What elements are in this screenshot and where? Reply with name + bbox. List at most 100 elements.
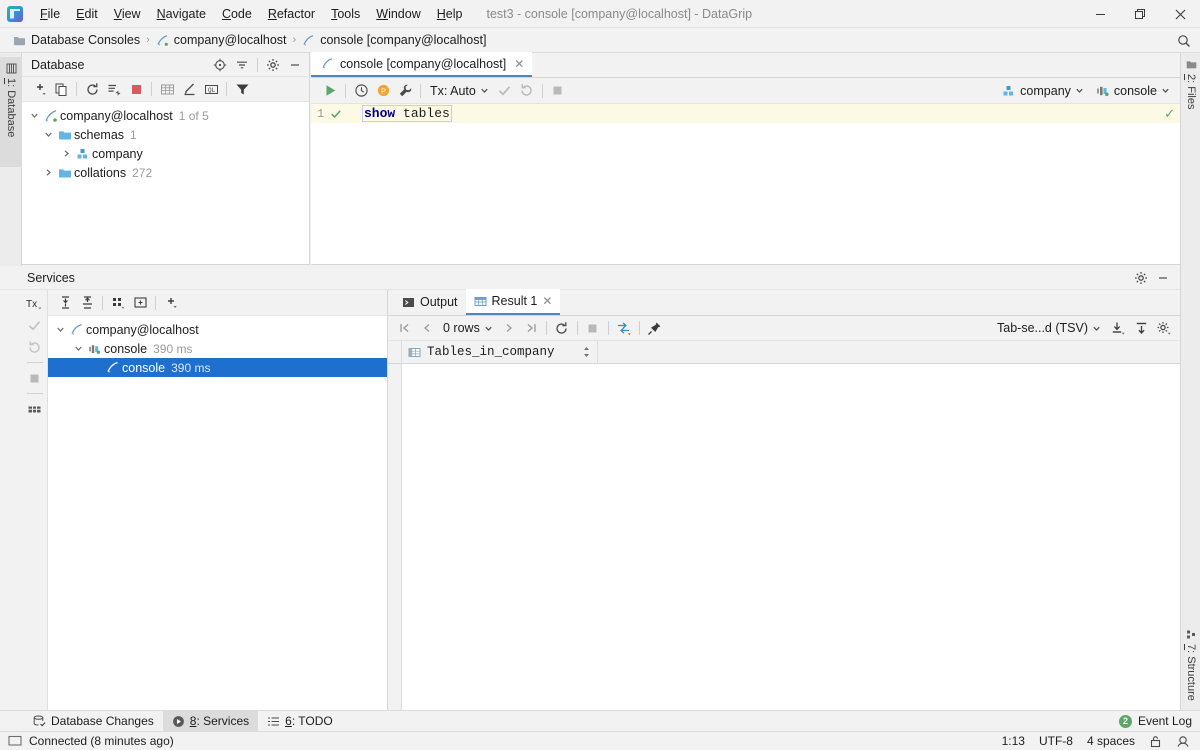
status-connection-area[interactable]: Connected (8 minutes ago): [0, 734, 174, 748]
gear-icon[interactable]: [1130, 268, 1152, 288]
history-icon[interactable]: [350, 81, 372, 101]
grid-column-header[interactable]: Tables_in_company: [402, 341, 598, 363]
close-icon[interactable]: ✕: [512, 57, 526, 71]
services-row-session[interactable]: console 390 ms: [48, 339, 387, 358]
transaction-icon[interactable]: Tx: [24, 293, 46, 313]
menu-edit[interactable]: Edit: [68, 3, 106, 25]
sql-editor[interactable]: 1 show tables ✓: [311, 104, 1180, 263]
menu-help[interactable]: Help: [429, 3, 471, 25]
console-query-icon[interactable]: QL: [200, 79, 222, 99]
sidebar-item-files[interactable]: 2: Files: [1181, 53, 1200, 115]
menu-navigate[interactable]: Navigate: [149, 3, 214, 25]
menu-file[interactable]: File: [32, 3, 68, 25]
chevron-down-icon[interactable]: [40, 130, 56, 139]
inspection-status-icon[interactable]: ✓: [1164, 106, 1175, 122]
collapse-all-icon[interactable]: [76, 293, 98, 313]
first-page-button[interactable]: [394, 318, 416, 338]
locate-icon[interactable]: [209, 55, 231, 75]
tx-mode-selector[interactable]: Tx: Auto: [425, 82, 494, 100]
breadcrumb-console[interactable]: console [company@localhost]: [297, 31, 491, 49]
transpose-icon[interactable]: [613, 318, 635, 338]
output-format-selector[interactable]: Tab-se...d (TSV): [992, 319, 1106, 337]
search-everywhere-icon[interactable]: [1174, 31, 1194, 51]
menu-refactor[interactable]: Refactor: [260, 3, 323, 25]
services-row-datasource[interactable]: company@localhost: [48, 320, 387, 339]
tree-row-schemas[interactable]: schemas 1: [22, 125, 309, 144]
tree-row-collations[interactable]: collations 272: [22, 163, 309, 182]
encoding-selector[interactable]: UTF-8: [1039, 734, 1073, 748]
group-icon[interactable]: [107, 293, 129, 313]
caret-position[interactable]: 1:13: [1002, 734, 1025, 748]
menu-code[interactable]: Code: [214, 3, 260, 25]
hide-panel-icon[interactable]: [284, 55, 306, 75]
schema-selector[interactable]: company: [997, 82, 1089, 100]
chevron-down-icon[interactable]: [26, 111, 42, 120]
sync-script-icon[interactable]: [103, 79, 125, 99]
add-icon[interactable]: [28, 79, 50, 99]
breadcrumb-database-consoles[interactable]: Database Consoles: [8, 31, 145, 49]
tab-console[interactable]: console [company@localhost] ✕: [311, 52, 532, 77]
prev-page-button[interactable]: [416, 318, 438, 338]
filter-icon[interactable]: [231, 79, 253, 99]
table-editor-icon[interactable]: [156, 79, 178, 99]
profile-icon[interactable]: P: [372, 81, 394, 101]
import-icon[interactable]: [1130, 318, 1152, 338]
rows-count-selector[interactable]: 0 rows: [438, 319, 498, 337]
lock-icon[interactable]: [1149, 735, 1162, 748]
expand-all-icon[interactable]: [54, 293, 76, 313]
breadcrumb-datasource[interactable]: company@localhost: [151, 31, 292, 49]
stop-icon[interactable]: [547, 81, 569, 101]
stop-icon[interactable]: [125, 79, 147, 99]
indent-selector[interactable]: 4 spaces: [1087, 734, 1135, 748]
run-button[interactable]: [319, 81, 341, 101]
toolwindow-todo[interactable]: 6: TODO: [258, 711, 342, 732]
add-icon[interactable]: [160, 293, 182, 313]
pin-icon[interactable]: [644, 318, 666, 338]
sort-indicator-icon[interactable]: [582, 346, 591, 358]
menu-view[interactable]: View: [106, 3, 149, 25]
editor-content[interactable]: show tables ✓: [357, 104, 1180, 263]
tree-row-company-schema[interactable]: company: [22, 144, 309, 163]
commit-icon[interactable]: [494, 81, 516, 101]
toolwindow-database-changes[interactable]: Database Changes: [24, 711, 163, 732]
rollback-icon[interactable]: [516, 81, 538, 101]
rollback-icon[interactable]: [24, 337, 46, 357]
menu-tools[interactable]: Tools: [323, 3, 368, 25]
minimize-button[interactable]: [1080, 0, 1120, 28]
cancel-icon[interactable]: [582, 318, 604, 338]
export-icon[interactable]: [1107, 318, 1129, 338]
commit-icon[interactable]: [24, 315, 46, 335]
duplicate-icon[interactable]: [50, 79, 72, 99]
inspector-icon[interactable]: [1176, 735, 1190, 748]
stop-icon[interactable]: [24, 368, 46, 388]
add-tab-icon[interactable]: [129, 293, 151, 313]
grid-toggle-icon[interactable]: [24, 399, 46, 419]
result-grid-body[interactable]: [388, 364, 1180, 710]
chevron-down-icon[interactable]: [70, 344, 86, 353]
chevron-right-icon[interactable]: [58, 149, 74, 158]
last-page-button[interactable]: [520, 318, 542, 338]
sidebar-item-structure[interactable]: 7: Structure: [1181, 623, 1200, 711]
close-button[interactable]: [1160, 0, 1200, 28]
next-page-button[interactable]: [498, 318, 520, 338]
chevron-down-icon[interactable]: [52, 325, 68, 334]
gear-icon[interactable]: [1153, 318, 1175, 338]
tree-row-datasource[interactable]: company@localhost 1 of 5: [22, 106, 309, 125]
event-log-area[interactable]: 2 Event Log: [1119, 714, 1200, 728]
menu-window[interactable]: Window: [368, 3, 428, 25]
tab-output[interactable]: Output: [394, 289, 466, 315]
chevron-right-icon[interactable]: [40, 168, 56, 177]
hide-panel-icon[interactable]: [1152, 268, 1174, 288]
toolwindow-services[interactable]: 8: Services: [163, 711, 258, 732]
gear-icon[interactable]: [262, 55, 284, 75]
session-selector[interactable]: console: [1091, 82, 1175, 100]
modify-icon[interactable]: [178, 79, 200, 99]
collapse-all-icon[interactable]: [231, 55, 253, 75]
sidebar-item-database[interactable]: 1: Database: [0, 57, 22, 167]
refresh-icon[interactable]: [81, 79, 103, 99]
settings-wrench-icon[interactable]: [394, 81, 416, 101]
reload-icon[interactable]: [551, 318, 573, 338]
grid-empty-area[interactable]: [402, 364, 1180, 710]
services-row-console[interactable]: console 390 ms: [48, 358, 387, 377]
maximize-button[interactable]: [1120, 0, 1160, 28]
